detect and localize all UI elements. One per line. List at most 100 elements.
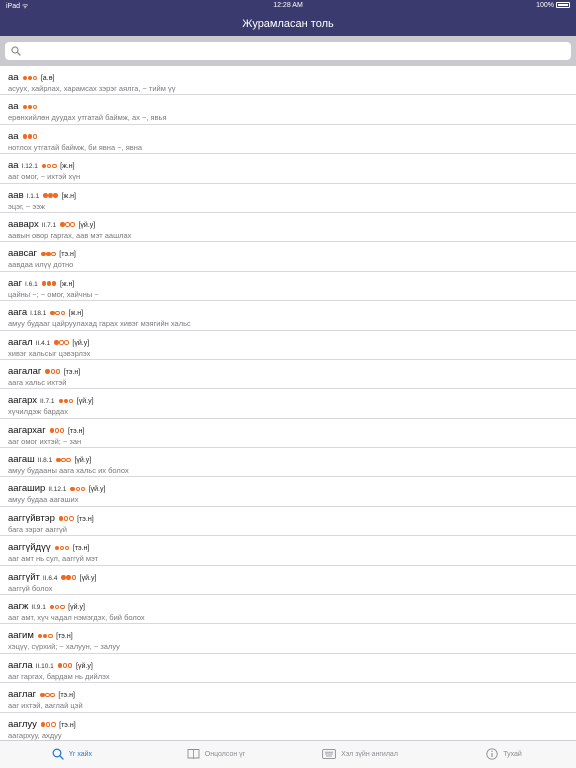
search-box[interactable] [5,42,571,60]
list-item[interactable]: ааг I.6.1 [ж.н] цайны ~; ~ омог, хайчны ~ [0,272,576,302]
list-item[interactable]: аагим [тэ.н] хэцүү, сүрхий; ~ халуун, ~ за… [0,624,576,654]
empty-dot-icon [62,663,68,668]
empty-dot-icon [59,428,65,433]
empty-dot-icon [59,340,64,345]
frequency-rating [60,217,75,229]
list-item[interactable]: аагарх II.7.1 [үй.у] хүчилдэж бардах [0,389,576,419]
empty-dot-icon [61,457,66,463]
entry-code: I.18.1 [30,310,47,318]
frequency-rating [50,305,66,317]
empty-dot-icon [55,310,60,316]
list-item[interactable]: аа I.12.1 [ж.н] ааг омог, ~ ихтэй хүн [0,154,576,184]
entry-word: ааггүйвтэр [8,512,55,524]
frequency-rating [40,717,56,729]
word-list[interactable]: аа [а.ө] асуух, хайрлах, харамсах зэрэг ая… [0,66,576,740]
entry-definition: ааг гаргах, бардам нь дийлэх [8,671,110,681]
list-item[interactable]: аагла II.10.1 [үй.у] ааг гаргах, бардам нь … [0,654,576,684]
list-item[interactable]: аав I.1.1 [ж.н] эцэг, ~ ээж [0,184,576,213]
tab-label: Онцолсон үг [204,751,246,758]
entry-definition: хэцүү, сүрхий; ~ халуун, ~ залуу [8,642,120,652]
entry-word: аа [8,160,19,172]
list-item[interactable]: аа [а.ө] асуух, хайрлах, харамсах зэрэг ая… [0,66,576,96]
list-item[interactable]: ааглуу [тэ.н] аагархуу, ахдуу [0,713,576,740]
filled-dot-icon [50,310,55,316]
part-of-speech: [үй.у] [74,457,92,465]
part-of-speech: [тэ.н] [59,251,76,259]
entry-word: аагаш [8,454,35,466]
entry-word: ааварх [8,218,39,230]
filled-dot-icon [61,575,66,580]
entry-word: аагж [8,601,29,613]
list-item[interactable]: аа нотлох утгатай баймж, би явна ~, явна [0,125,576,155]
search-input[interactable] [23,42,565,60]
entry-header: аагаш II.8.1 [үй.у] [8,452,576,466]
empty-dot-icon [71,575,77,580]
tab-search[interactable]: Үг хайх [0,741,144,768]
entry-code: II.10.1 [35,662,54,670]
frequency-rating [45,364,61,376]
part-of-speech: [ж.н] [60,163,75,171]
entry-definition: аавдаа илүү дотно [8,260,74,270]
empty-dot-icon [51,722,56,727]
list-item[interactable]: аагашир II.12.1 [үй.у] амуу будаа аагаших [0,477,576,507]
part-of-speech: [тэ.н] [59,721,76,729]
list-item[interactable]: аагалаг [тэ.н] аага хальс ихтэй [0,360,576,390]
entry-definition: ааг амт, хүч чадал нэмэгдэх, бий болох [8,613,145,623]
info-icon [486,747,503,762]
list-item[interactable]: ааварх II.7.1 [үй.у] аавын овор гаргах, аав… [0,213,576,243]
part-of-speech: [а.ө] [40,75,55,82]
filled-dot-icon [53,193,58,198]
filled-dot-icon [70,486,75,492]
filled-dot-icon [40,692,45,698]
empty-dot-icon [70,222,75,227]
battery-indicator: 100% [536,2,570,9]
list-item[interactable]: аагархаг [тэ.н] ааг омог ихтэй; ~ зан [0,419,576,449]
filled-dot-icon [22,75,28,80]
list-item[interactable]: аагж II.9.1 [үй.у] ааг амт, хүч чадал нэмэг… [0,595,576,625]
filled-dot-icon [41,163,47,169]
frequency-rating [41,276,57,288]
filled-dot-icon [58,516,64,521]
empty-dot-icon [54,428,60,433]
tab-keyboard[interactable]: Хэл зүйн ангилал [288,741,432,768]
tab-info[interactable]: Тухай [432,741,576,768]
entry-code: II.8.1 [37,457,53,465]
empty-dot-icon [55,369,61,374]
part-of-speech: [үй.у] [88,486,106,494]
tab-bar: Үг хайх Онцолсон үг Хэл зүйн ангилал Тухай [0,740,576,768]
filled-dot-icon [27,75,33,80]
list-item[interactable]: ааггүйдүү [тэ.н] ааг амт нь сул, ааггүй мэ… [0,536,576,566]
list-item[interactable]: аага I.18.1 [ж.н] амуу будааг цайруулахад г… [0,301,576,331]
filled-dot-icon [45,369,50,374]
entry-header: аа [8,129,576,142]
entry-header: аа [8,99,576,112]
entry-header: аагж II.9.1 [үй.у] [8,599,576,613]
battery-icon [556,2,570,8]
entry-word: аагалаг [8,365,42,377]
entry-header: аага I.18.1 [ж.н] [8,305,576,318]
list-item[interactable]: ааглаг [тэ.н] ааг ихтэй, ааглай цэй [0,683,576,713]
entry-code: II.6.4 [42,574,58,582]
empty-dot-icon [59,545,65,551]
list-item[interactable]: аагал II.4.1 [үй.у] хивэг хальсыг цэвэрлэх [0,331,576,360]
search-icon [11,46,21,56]
list-item[interactable]: аа ерөнхийлөн дуудах утгатай баймж, ах ~,… [0,95,576,125]
part-of-speech: [үй.у] [76,662,93,670]
filled-dot-icon [49,604,55,610]
empty-dot-icon [45,692,50,698]
filled-dot-icon [46,251,51,257]
empty-dot-icon [51,251,56,257]
list-item[interactable]: ааггүйвтэр [тэ.н] бага зэрэг ааггүй [0,507,576,537]
entry-header: аагал II.4.1 [үй.у] [8,335,576,348]
filled-dot-icon [27,134,33,139]
list-item[interactable]: аагаш II.8.1 [үй.у] амуу будааны аага хальс… [0,448,576,478]
frequency-rating [41,158,57,170]
tab-book[interactable]: Онцолсон үг [144,741,288,768]
part-of-speech: [үй.у] [79,574,97,582]
list-item[interactable]: ааггүйт II.6.4 [үй.у] ааггүй болох [0,566,576,596]
frequency-rating [61,570,77,582]
entry-definition: ааг амт нь сул, ааггүй мэт [8,554,99,564]
list-item[interactable]: аавсаг [тэ.н] аавдаа илүү дотно [0,242,576,272]
empty-dot-icon [48,633,53,639]
entry-header: ааварх II.7.1 [үй.у] [8,217,576,230]
